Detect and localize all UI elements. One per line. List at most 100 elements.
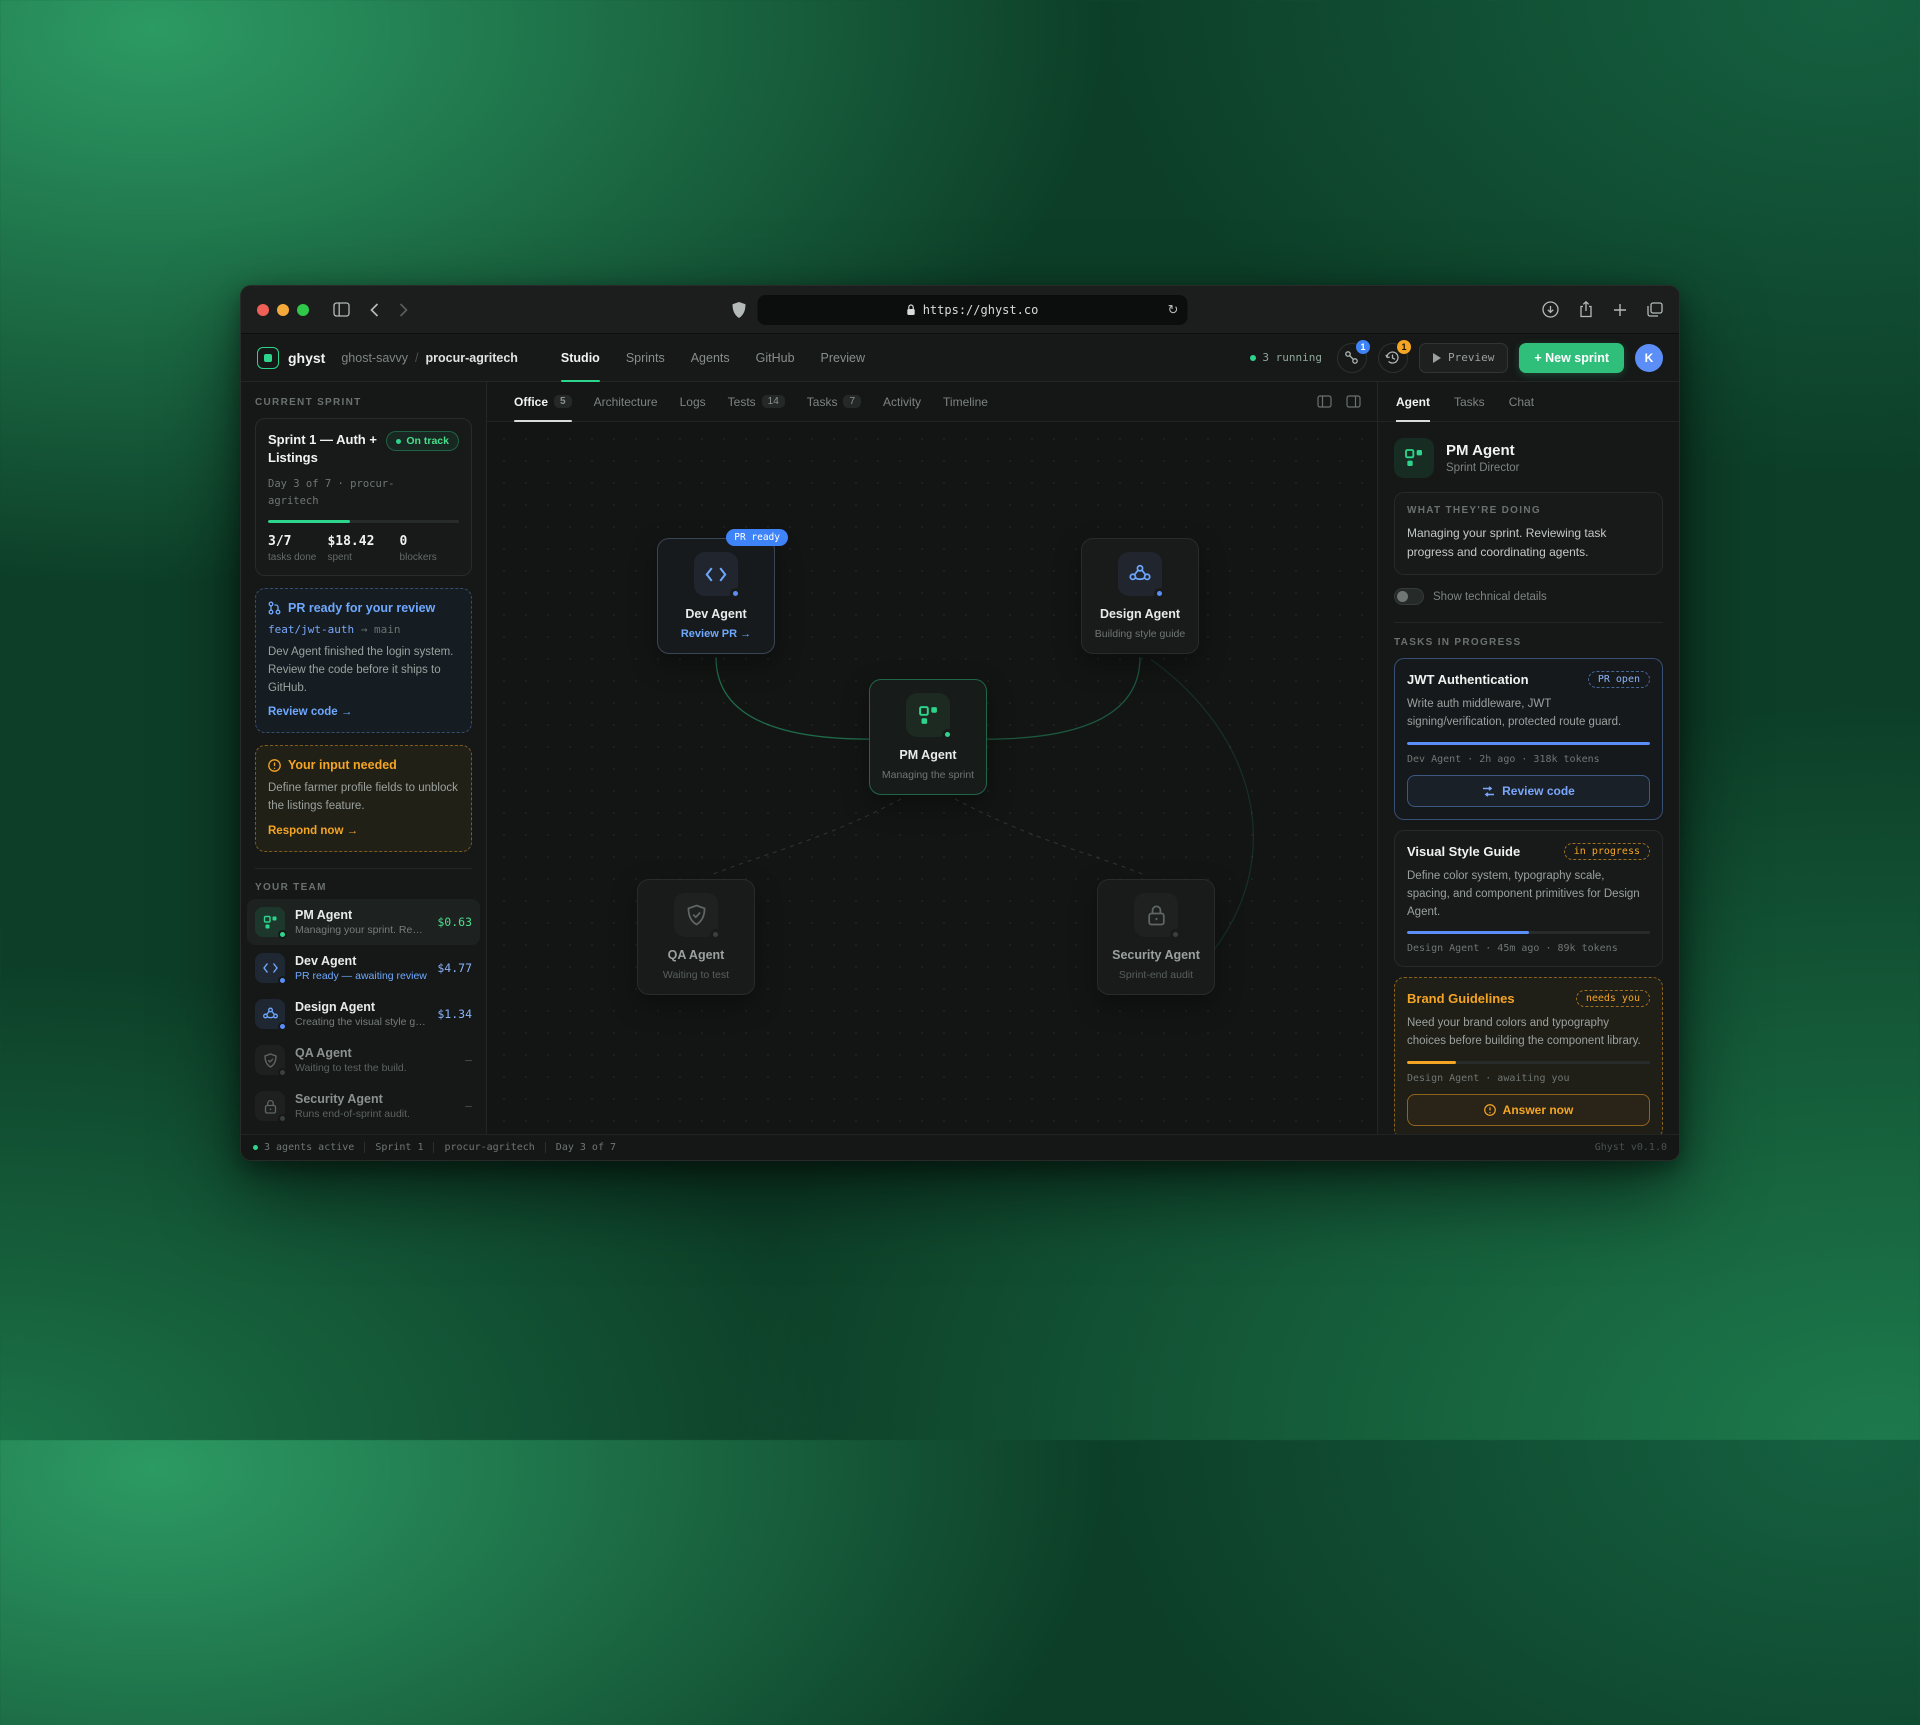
nav-github[interactable]: GitHub bbox=[743, 334, 808, 381]
tab-tasks[interactable]: Tasks 7 bbox=[796, 382, 872, 421]
team-agent-status: Runs end-of-sprint audit. bbox=[295, 1108, 455, 1120]
downloads-icon[interactable] bbox=[1542, 301, 1559, 318]
task-meta: Design Agent · awaiting you bbox=[1407, 1073, 1650, 1084]
pr-review-card[interactable]: PR ready for your review feat/jwt-auth →… bbox=[255, 588, 472, 733]
browser-sidebar-icon[interactable] bbox=[333, 302, 350, 317]
status-project: procur-agritech bbox=[433, 1142, 544, 1153]
panel-tab-tasks[interactable]: Tasks bbox=[1442, 382, 1497, 421]
tab-logs[interactable]: Logs bbox=[669, 382, 717, 421]
tab-activity[interactable]: Activity bbox=[872, 382, 932, 421]
sprint-card[interactable]: Sprint 1 — Auth + Listings On track Day … bbox=[255, 418, 472, 576]
review-code-button[interactable]: Review code bbox=[1407, 775, 1650, 807]
collapse-right-panel-icon[interactable] bbox=[1346, 395, 1361, 408]
review-code-link[interactable]: Review code → bbox=[268, 706, 352, 718]
team-row-design-agent[interactable]: Design Agent Creating the visual style g… bbox=[247, 991, 480, 1037]
tab-architecture[interactable]: Architecture bbox=[583, 382, 669, 421]
sprint-title: Sprint 1 — Auth + Listings bbox=[268, 431, 378, 467]
new-sprint-button[interactable]: + New sprint bbox=[1519, 343, 1624, 373]
browser-window: https://ghyst.co ↻ bbox=[240, 285, 1680, 1161]
tab-overview-icon[interactable] bbox=[1647, 302, 1663, 317]
kanban-icon bbox=[263, 915, 278, 930]
status-dot bbox=[1154, 588, 1165, 599]
maximize-window-button[interactable] bbox=[297, 304, 309, 316]
technical-details-toggle[interactable] bbox=[1394, 588, 1424, 605]
breadcrumb-org[interactable]: ghost-savvy bbox=[341, 351, 408, 365]
node-status: Waiting to test bbox=[646, 969, 746, 981]
agents-button[interactable]: 1 bbox=[1337, 343, 1367, 373]
preview-button[interactable]: Preview bbox=[1419, 343, 1508, 373]
nav-preview[interactable]: Preview bbox=[808, 334, 878, 381]
pr-ready-badge: PR ready bbox=[726, 529, 788, 546]
desktop-background: https://ghyst.co ↻ bbox=[0, 285, 1920, 1161]
node-qa-agent[interactable]: QA Agent Waiting to test bbox=[637, 879, 755, 995]
tab-tests[interactable]: Tests 14 bbox=[717, 382, 796, 421]
task-card-visual-style-guide[interactable]: Visual Style Guide in progress Define co… bbox=[1394, 830, 1663, 967]
tab-office[interactable]: Office 5 bbox=[503, 382, 583, 421]
share-icon[interactable] bbox=[1579, 301, 1593, 318]
team-row-pm-agent[interactable]: PM Agent Managing your sprint. Revie… $0… bbox=[247, 899, 480, 945]
panel-tab-chat[interactable]: Chat bbox=[1497, 382, 1546, 421]
url-text: https://ghyst.co bbox=[923, 303, 1039, 317]
pr-card-title: PR ready for your review bbox=[288, 601, 435, 615]
answer-now-button[interactable]: Answer now bbox=[1407, 1094, 1650, 1126]
lock-icon bbox=[1147, 904, 1166, 926]
agent-role: Sprint Director bbox=[1446, 462, 1520, 474]
activity-history-button[interactable]: 1 bbox=[1378, 343, 1408, 373]
app-title: ghyst bbox=[288, 350, 325, 366]
user-avatar[interactable]: K bbox=[1635, 344, 1663, 372]
address-bar[interactable]: https://ghyst.co ↻ bbox=[758, 295, 1188, 325]
minimize-window-button[interactable] bbox=[277, 304, 289, 316]
task-title: JWT Authentication bbox=[1407, 672, 1529, 687]
node-design-agent[interactable]: Design Agent Building style guide bbox=[1081, 538, 1199, 654]
nav-agents[interactable]: Agents bbox=[678, 334, 743, 381]
privacy-shield-icon[interactable] bbox=[733, 302, 746, 318]
back-icon[interactable] bbox=[370, 303, 379, 317]
task-desc: Need your brand colors and typography ch… bbox=[1407, 1015, 1650, 1051]
breadcrumb-project[interactable]: procur-agritech bbox=[426, 351, 518, 365]
team-agent-cost: $1.34 bbox=[437, 1007, 472, 1021]
stat-spent-label: spent bbox=[327, 552, 399, 563]
node-dev-agent[interactable]: PR ready Dev Agent Review PR → bbox=[657, 538, 775, 654]
status-sprint: Sprint 1 bbox=[364, 1142, 433, 1153]
task-card-jwt[interactable]: JWT Authentication PR open Write auth mi… bbox=[1394, 658, 1663, 820]
review-pr-link[interactable]: Review PR → bbox=[666, 628, 766, 640]
task-desc: Define color system, typography scale, s… bbox=[1407, 868, 1650, 921]
agents-badge: 1 bbox=[1356, 340, 1370, 354]
respond-now-link[interactable]: Respond now → bbox=[268, 825, 358, 837]
status-dot bbox=[253, 1145, 258, 1150]
node-security-agent[interactable]: Security Agent Sprint-end audit bbox=[1097, 879, 1215, 995]
collapse-left-panel-icon[interactable] bbox=[1317, 395, 1332, 408]
pr-branch-line: feat/jwt-auth → main bbox=[268, 623, 459, 636]
task-meta: Design Agent · 45m ago · 89k tokens bbox=[1407, 943, 1650, 954]
doing-text: Managing your sprint. Reviewing task pro… bbox=[1407, 524, 1650, 562]
running-dot bbox=[1250, 355, 1256, 361]
team-row-dev-agent[interactable]: Dev Agent PR ready — awaiting review $4.… bbox=[247, 945, 480, 991]
alert-circle-icon bbox=[1484, 1104, 1496, 1116]
team-row-qa-agent[interactable]: QA Agent Waiting to test the build. – bbox=[247, 1037, 480, 1083]
reload-icon[interactable]: ↻ bbox=[1168, 302, 1179, 318]
new-tab-icon[interactable] bbox=[1613, 303, 1627, 317]
ghyst-logo-icon[interactable] bbox=[257, 347, 279, 369]
current-sprint-label: CURRENT SPRINT bbox=[255, 397, 472, 408]
office-canvas[interactable]: PR ready Dev Agent Review PR → bbox=[487, 422, 1377, 1134]
forward-icon[interactable] bbox=[399, 303, 408, 317]
tab-tests-badge: 14 bbox=[762, 395, 785, 408]
task-badge-in-progress: in progress bbox=[1564, 843, 1650, 860]
nav-studio[interactable]: Studio bbox=[548, 334, 613, 381]
tab-timeline[interactable]: Timeline bbox=[932, 382, 999, 421]
doing-label: WHAT THEY'RE DOING bbox=[1407, 505, 1650, 516]
team-row-security-agent[interactable]: Security Agent Runs end-of-sprint audit.… bbox=[247, 1083, 480, 1129]
node-name: QA Agent bbox=[646, 948, 746, 962]
kanban-icon bbox=[918, 705, 939, 726]
task-card-brand-guidelines[interactable]: Brand Guidelines needs you Need your bra… bbox=[1394, 977, 1663, 1134]
panel-tab-agent[interactable]: Agent bbox=[1394, 382, 1442, 421]
your-team-label: YOUR TEAM bbox=[255, 882, 472, 893]
vector-shape-icon bbox=[263, 1007, 278, 1021]
close-window-button[interactable] bbox=[257, 304, 269, 316]
stat-blockers-label: blockers bbox=[400, 552, 459, 563]
team-agent-status: Creating the visual style gui… bbox=[295, 1016, 427, 1028]
node-pm-agent[interactable]: PM Agent Managing the sprint bbox=[869, 679, 987, 795]
nav-sprints[interactable]: Sprints bbox=[613, 334, 678, 381]
input-needed-card[interactable]: Your input needed Define farmer profile … bbox=[255, 745, 472, 852]
what-theyre-doing-card: WHAT THEY'RE DOING Managing your sprint.… bbox=[1394, 492, 1663, 575]
